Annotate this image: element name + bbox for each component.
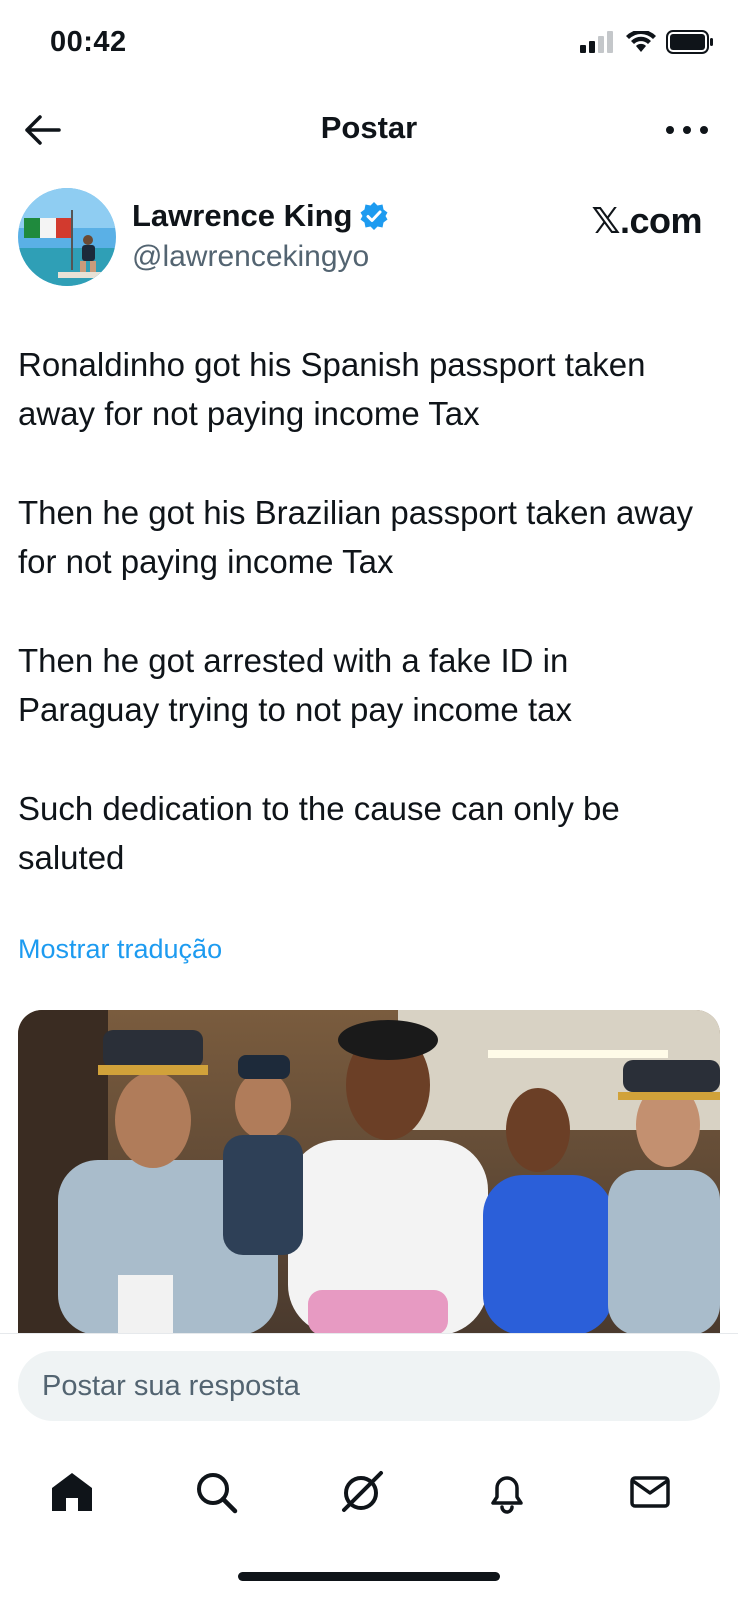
tab-notifications[interactable] <box>477 1462 537 1522</box>
tweet-author: Lawrence King @lawrencekingyo 𝕏.com <box>18 188 720 288</box>
author-handle[interactable]: @lawrencekingyo <box>132 240 369 274</box>
status-bar: 00:42 <box>0 0 738 90</box>
source-label: 𝕏.com <box>591 200 702 241</box>
grok-icon <box>342 1471 383 1512</box>
tab-grok[interactable] <box>332 1462 392 1522</box>
avatar-image <box>18 188 116 286</box>
tweet-paragraph: Such dedication to the cause can only be… <box>18 790 620 876</box>
avatar[interactable] <box>18 188 116 286</box>
signal-icon <box>580 31 613 53</box>
more-options-button[interactable] <box>666 118 708 142</box>
tweet-paragraph: Then he got arrested with a fake ID in P… <box>18 642 572 728</box>
battery-icon <box>666 30 713 54</box>
show-translation-link[interactable]: Mostrar tradução <box>18 934 222 965</box>
top-nav: Postar <box>0 90 738 170</box>
dot <box>666 126 674 134</box>
reply-input[interactable]: Postar sua resposta <box>18 1351 720 1421</box>
tweet-paragraph: Ronaldinho got his Spanish passport take… <box>18 346 646 432</box>
bell-icon <box>491 1476 523 1514</box>
status-time: 00:42 <box>50 26 127 58</box>
page-title: Postar <box>320 110 418 145</box>
tweet-media-image[interactable] <box>18 1010 720 1335</box>
tweet-paragraph: Then he got his Brazilian passport taken… <box>18 494 694 580</box>
author-name[interactable]: Lawrence King <box>132 198 389 234</box>
home-indicator <box>238 1572 500 1581</box>
author-name-text: Lawrence King <box>132 198 353 233</box>
reply-bar: Postar sua resposta <box>0 1333 738 1432</box>
photo <box>18 1010 720 1335</box>
search-icon <box>197 1473 238 1514</box>
bottom-tab-bar <box>0 1440 738 1540</box>
mail-icon <box>630 1476 670 1508</box>
status-icons <box>580 30 714 54</box>
wifi-icon <box>626 31 656 52</box>
home-icon <box>52 1473 92 1511</box>
tab-home[interactable] <box>42 1462 102 1522</box>
dot <box>700 126 708 134</box>
tab-search[interactable] <box>186 1462 246 1522</box>
dot <box>683 126 691 134</box>
tweet-text: Ronaldinho got his Spanish passport take… <box>18 340 718 932</box>
verified-badge-icon <box>360 202 387 230</box>
tab-messages[interactable] <box>620 1462 680 1522</box>
